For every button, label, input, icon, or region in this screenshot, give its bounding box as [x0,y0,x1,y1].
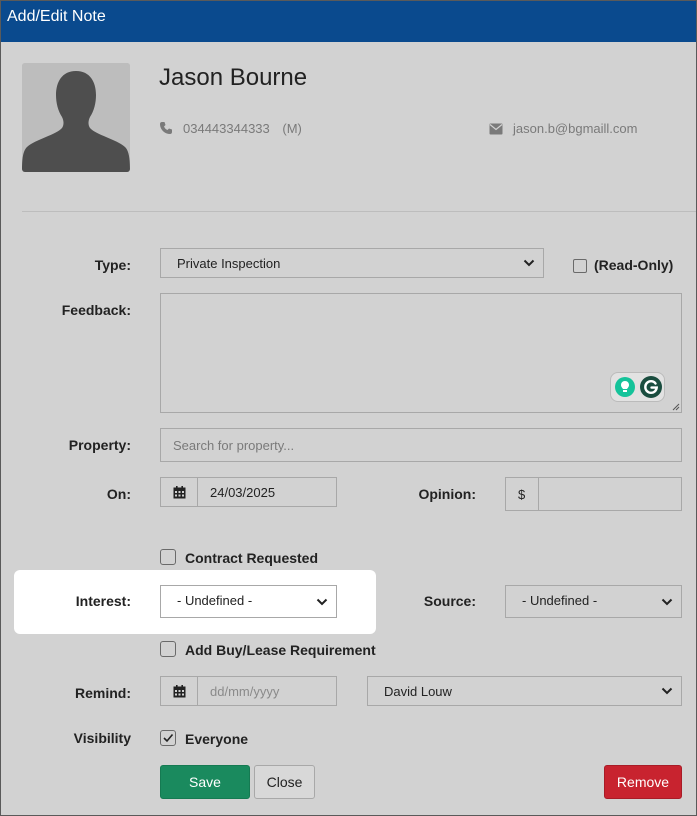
source-selected-value: - Undefined - [522,593,598,608]
remind-date-addon[interactable] [161,677,198,705]
remove-button[interactable]: Remove [604,765,682,799]
grammarly-widget[interactable] [610,372,665,402]
on-label: On: [106,486,131,502]
contact-phone: 034443344333 (M) [183,121,302,136]
feedback-textarea[interactable] [160,293,682,413]
chevron-down-icon [661,687,673,695]
opinion-label: Opinion: [418,486,476,502]
visibility-everyone-label: Everyone [185,731,249,747]
grammarly-icon [640,376,662,398]
chevron-down-icon [316,598,328,605]
on-date-addon[interactable] [161,478,198,506]
add-edit-note-dialog: Add/Edit Note Jason Bourne 034443344333 … [0,0,697,816]
lightbulb-icon [615,377,635,397]
resize-handle-icon[interactable] [672,403,680,411]
type-label: Type: [94,257,131,273]
email-icon [489,123,503,135]
on-date-input[interactable]: 24/03/2025 [160,477,337,507]
dialog-title: Add/Edit Note [1,1,696,42]
contract-requested-checkbox[interactable] [160,549,176,565]
source-select[interactable]: - Undefined - [505,585,682,618]
remind-user-value: David Louw [384,684,452,699]
read-only-checkbox[interactable] [573,259,587,273]
on-date-value: 24/03/2025 [210,485,276,500]
feedback-label: Feedback: [61,302,131,318]
type-select[interactable]: Private Inspection [160,248,544,278]
close-button[interactable]: Close [254,765,315,799]
interest-selected-value: - Undefined - [177,593,253,608]
remind-date-placeholder: dd/mm/yyyy [210,684,280,699]
currency-prefix: $ [518,487,526,502]
property-label: Property: [68,437,131,453]
calendar-icon [173,685,186,698]
divider [22,211,696,212]
read-only-label: (Read-Only) [594,257,674,273]
opinion-input[interactable]: $ [505,477,682,511]
avatar [22,63,130,172]
type-selected-value: Private Inspection [177,256,281,271]
visibility-everyone-checkbox[interactable] [160,730,176,746]
phone-type: (M) [282,121,302,136]
save-button[interactable]: Save [160,765,250,799]
source-label: Source: [423,593,476,609]
interest-label: Interest: [75,593,131,609]
remind-date-input[interactable]: dd/mm/yyyy [160,676,337,706]
opinion-currency-addon: $ [506,478,539,510]
property-search-input[interactable]: Search for property... [160,428,682,462]
remind-user-select[interactable]: David Louw [367,676,682,706]
property-search-placeholder: Search for property... [173,438,295,453]
remind-label: Remind: [75,685,131,701]
contact-name: Jason Bourne [159,64,308,91]
contract-requested-label: Contract Requested [185,550,319,566]
phone-icon [160,122,172,134]
check-icon [163,733,174,743]
contact-email: jason.b@bgmaill.com [513,121,638,136]
calendar-icon [173,486,186,499]
add-requirement-label: Add Buy/Lease Requirement [185,642,376,658]
phone-number: 034443344333 [183,121,270,136]
interest-select[interactable]: - Undefined - [160,585,337,618]
chevron-down-icon [523,259,535,267]
visibility-label: Visibility [73,730,131,746]
avatar-icon [22,63,130,172]
add-requirement-checkbox[interactable] [160,641,176,657]
chevron-down-icon [661,598,673,605]
